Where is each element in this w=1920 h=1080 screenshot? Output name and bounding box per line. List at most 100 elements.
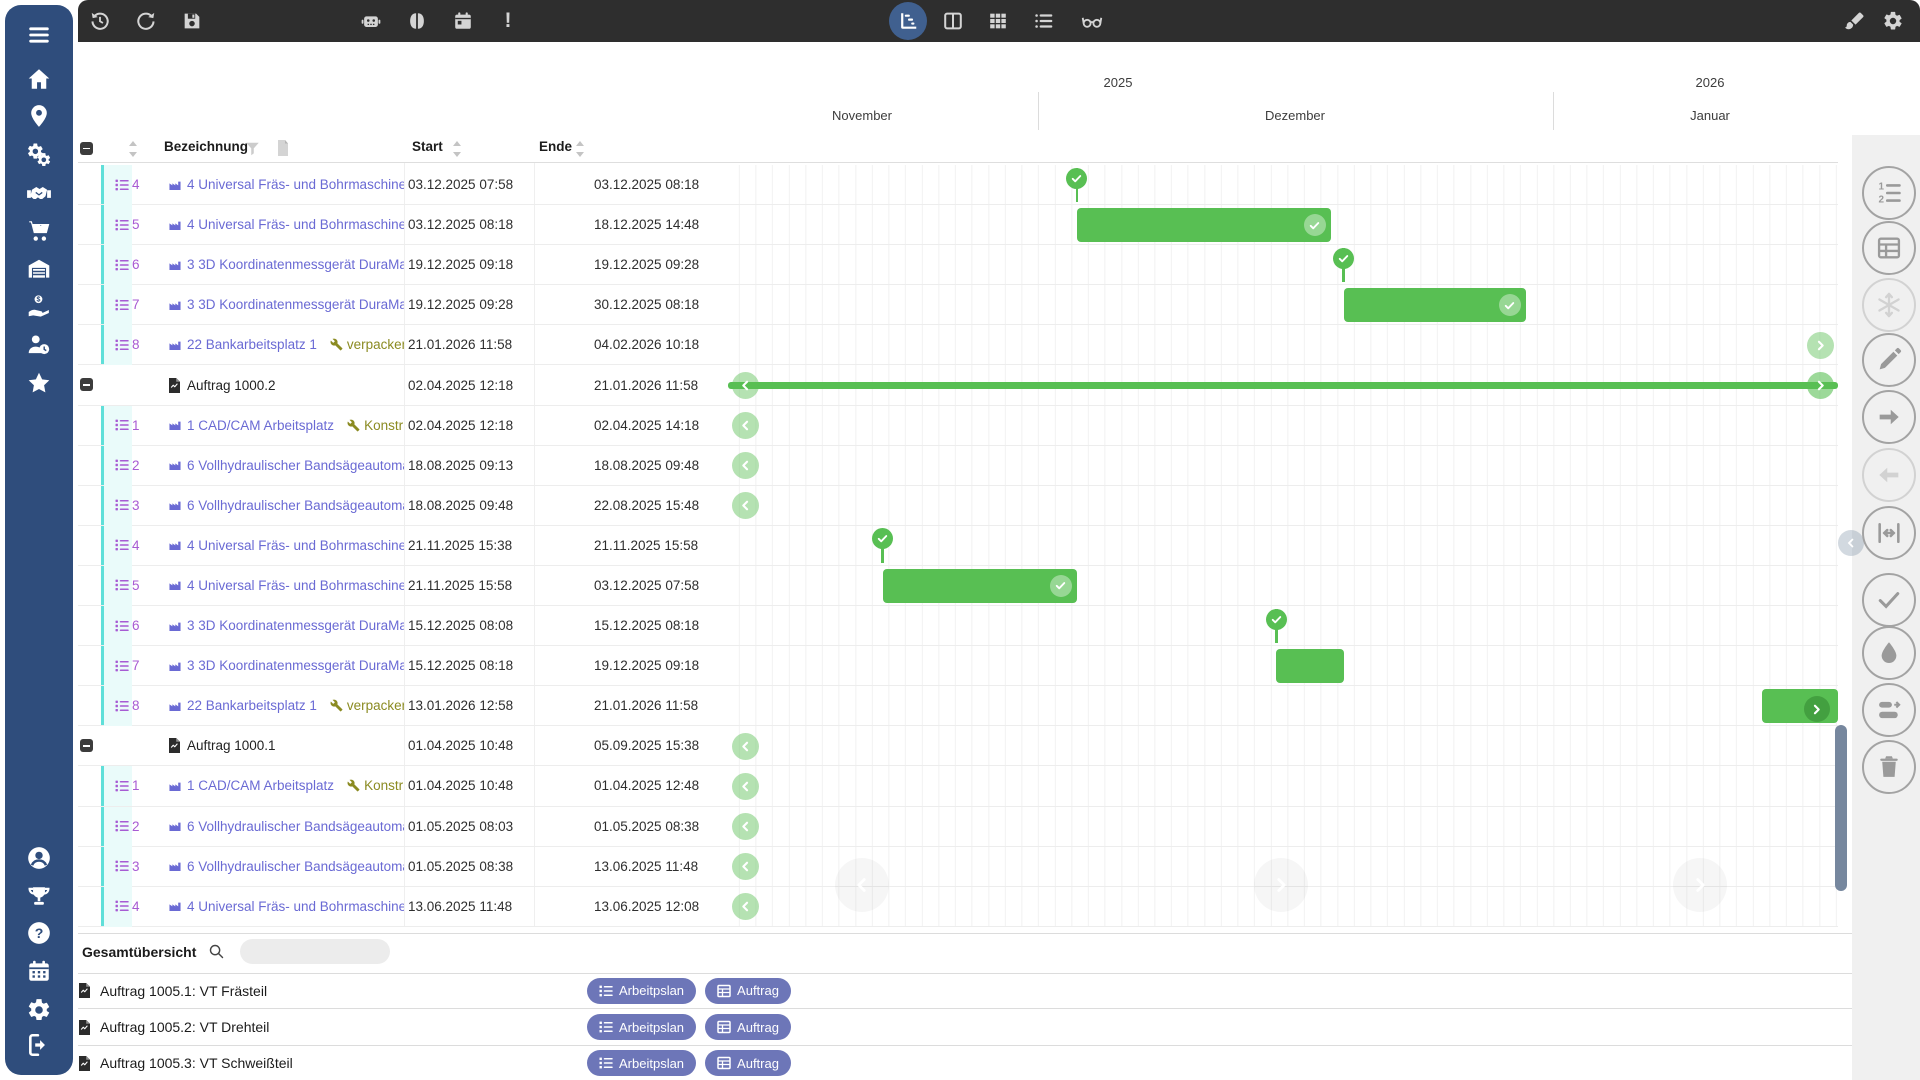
check-button[interactable] xyxy=(1862,573,1916,627)
filter-icon[interactable] xyxy=(245,142,260,156)
search-input[interactable] xyxy=(240,939,390,964)
gantt-offscreen-left-chevron[interactable] xyxy=(732,813,759,840)
arrow-left-button[interactable] xyxy=(1862,448,1916,502)
table-row[interactable]: 3 6 Vollhydraulischer Bandsägeautomat K … xyxy=(78,847,1838,887)
row-name-link[interactable]: 3 3D Koordinatenmessgerät DuraMax xyxy=(187,297,404,312)
row-name-link[interactable]: 6 Vollhydraulischer Bandsägeautomat K xyxy=(187,819,404,834)
split-view-icon[interactable] xyxy=(405,9,429,33)
calendar-icon[interactable] xyxy=(26,958,52,984)
row-name-link[interactable]: Auftrag 1000.2 xyxy=(187,378,276,393)
vertical-scrollbar[interactable] xyxy=(1835,725,1847,891)
row-name-link[interactable]: 22 Bankarbeitsplatz 1 xyxy=(187,698,317,713)
row-name-link[interactable]: 6 Vollhydraulischer Bandsägeautomat K xyxy=(187,498,404,513)
table-row[interactable]: 3 6 Vollhydraulischer Bandsägeautomat K … xyxy=(78,486,1838,526)
gears-icon[interactable] xyxy=(26,142,52,168)
table-row[interactable]: 2 6 Vollhydraulischer Bandsägeautomat K … xyxy=(78,807,1838,847)
move-row-button[interactable] xyxy=(1862,683,1916,737)
logout-icon[interactable] xyxy=(26,1032,52,1058)
col-bezeichnung[interactable]: Bezeichnung xyxy=(164,139,248,154)
order-row[interactable]: Auftrag 1005.1: VT Frästeil Arbeitpslan … xyxy=(78,973,1852,1009)
gantt-milestone-check[interactable] xyxy=(1333,248,1354,269)
gantt-offscreen-left-chevron[interactable] xyxy=(732,853,759,880)
hand-dollar-icon[interactable]: $ xyxy=(26,293,52,319)
row-name-link[interactable]: 4 Universal Fräs- und Bohrmaschine WF xyxy=(187,899,404,914)
row-name-link[interactable]: 1 CAD/CAM Arbeitsplatz xyxy=(187,418,334,433)
view-gantt-button[interactable] xyxy=(889,2,927,40)
view-columns-button[interactable] xyxy=(941,9,965,33)
map-pin-icon[interactable] xyxy=(26,103,52,129)
arbeitsplan-button[interactable]: Arbeitpslan xyxy=(587,1014,696,1040)
table-row[interactable]: 5 4 Universal Fräs- und Bohrmaschine WF … xyxy=(78,205,1838,245)
file-icon[interactable] xyxy=(277,140,289,156)
table-row[interactable]: Auftrag 1000.2 02.04.2025 12:18 21.01.20… xyxy=(78,365,1838,405)
trash-button[interactable] xyxy=(1862,740,1916,794)
sort-icon[interactable] xyxy=(452,141,462,157)
table-button[interactable] xyxy=(1862,221,1916,275)
fit-width-button[interactable] xyxy=(1862,506,1916,560)
auftrag-button[interactable]: Auftrag xyxy=(705,1050,791,1076)
row-name-link[interactable]: 4 Universal Fräs- und Bohrmaschine WF xyxy=(187,538,404,553)
sort-icon[interactable] xyxy=(128,141,138,157)
row-name-link[interactable]: 4 Universal Fräs- und Bohrmaschine WF xyxy=(187,578,404,593)
gantt-offscreen-left-chevron[interactable] xyxy=(732,733,759,760)
gantt-bar[interactable] xyxy=(883,569,1077,603)
table-row[interactable]: Auftrag 1000.1 01.04.2025 10:48 05.09.20… xyxy=(78,726,1838,766)
row-name-link[interactable]: 22 Bankarbeitsplatz 1 xyxy=(187,337,317,352)
row-name-link[interactable]: 4 Universal Fräs- und Bohrmaschine WF xyxy=(187,217,404,232)
view-list-button[interactable] xyxy=(1031,9,1055,33)
arrow-right-button[interactable] xyxy=(1862,390,1916,444)
row-name-link[interactable]: 4 Universal Fräs- und Bohrmaschine WF xyxy=(187,177,404,192)
table-row[interactable]: 1 1 CAD/CAM Arbeitsplatz Konstrukt 01.04… xyxy=(78,766,1838,806)
collapse-toggle[interactable] xyxy=(80,378,93,391)
cart-icon[interactable] xyxy=(26,218,52,244)
gantt-offscreen-left-chevron[interactable] xyxy=(732,773,759,800)
col-ende[interactable]: Ende xyxy=(539,139,572,154)
trophy-icon[interactable] xyxy=(26,884,52,910)
row-name-link[interactable]: Auftrag 1000.1 xyxy=(187,738,276,753)
table-row[interactable]: 7 3 3D Koordinatenmessgerät DuraMax 19.1… xyxy=(78,285,1838,325)
table-row[interactable]: 6 3 3D Koordinatenmessgerät DuraMax 19.1… xyxy=(78,245,1838,285)
gantt-bar-continues-chevron[interactable] xyxy=(1804,696,1830,722)
gantt-milestone-check[interactable] xyxy=(1066,168,1087,189)
table-row[interactable]: 1 1 CAD/CAM Arbeitsplatz Konstrukt 02.04… xyxy=(78,406,1838,446)
gantt-summary-right-chevron[interactable] xyxy=(1807,372,1834,399)
alert-icon[interactable]: ! xyxy=(496,9,520,33)
gantt-bar[interactable] xyxy=(1077,208,1331,242)
row-name-link[interactable]: 6 Vollhydraulischer Bandsägeautomat K xyxy=(187,859,404,874)
warehouse-icon[interactable] xyxy=(26,256,52,282)
numbered-list-button[interactable]: 12 xyxy=(1862,166,1916,220)
help-icon[interactable]: ? xyxy=(26,920,52,946)
table-row[interactable]: 8 22 Bankarbeitsplatz 1 verpacken 21.01.… xyxy=(78,325,1838,365)
save-icon[interactable] xyxy=(180,9,204,33)
col-start[interactable]: Start xyxy=(412,139,443,154)
brush-icon[interactable] xyxy=(1843,9,1867,33)
gantt-bar[interactable] xyxy=(1762,689,1838,723)
arbeitsplan-button[interactable]: Arbeitpslan xyxy=(587,978,696,1004)
pencil-button[interactable] xyxy=(1862,333,1916,387)
gantt-summary-line[interactable] xyxy=(728,382,1838,389)
snowflake-button[interactable] xyxy=(1862,278,1916,332)
robot-icon[interactable] xyxy=(359,9,383,33)
auftrag-button[interactable]: Auftrag xyxy=(705,1014,791,1040)
menu-icon[interactable] xyxy=(26,22,52,48)
table-row[interactable]: 7 3 3D Koordinatenmessgerät DuraMax 15.1… xyxy=(78,646,1838,686)
table-row[interactable]: 6 3 3D Koordinatenmessgerät DuraMax 15.1… xyxy=(78,606,1838,646)
sort-icon[interactable] xyxy=(575,141,585,157)
collapse-toggle[interactable] xyxy=(80,739,93,752)
gantt-offscreen-right-chevron[interactable] xyxy=(1807,332,1834,359)
gantt-summary-left-chevron[interactable] xyxy=(732,372,759,399)
gantt-milestone-check[interactable] xyxy=(1266,609,1287,630)
row-name-link[interactable]: 6 Vollhydraulischer Bandsägeautomat K xyxy=(187,458,404,473)
table-row[interactable]: 8 22 Bankarbeitsplatz 1 verpacken 13.01.… xyxy=(78,686,1838,726)
gantt-milestone-check[interactable] xyxy=(872,528,893,549)
user-icon[interactable] xyxy=(26,845,52,871)
row-name-link[interactable]: 3 3D Koordinatenmessgerät DuraMax xyxy=(187,618,404,633)
scroll-right-button[interactable] xyxy=(1673,858,1727,912)
handshake-icon[interactable] xyxy=(26,180,52,206)
droplet-button[interactable] xyxy=(1862,626,1916,680)
gantt-bar[interactable] xyxy=(1276,649,1343,683)
star-icon[interactable] xyxy=(26,370,52,396)
collapse-all-toggle[interactable] xyxy=(80,142,93,155)
scroll-right-button[interactable] xyxy=(1254,858,1308,912)
table-row[interactable]: 4 4 Universal Fräs- und Bohrmaschine WF … xyxy=(78,526,1838,566)
